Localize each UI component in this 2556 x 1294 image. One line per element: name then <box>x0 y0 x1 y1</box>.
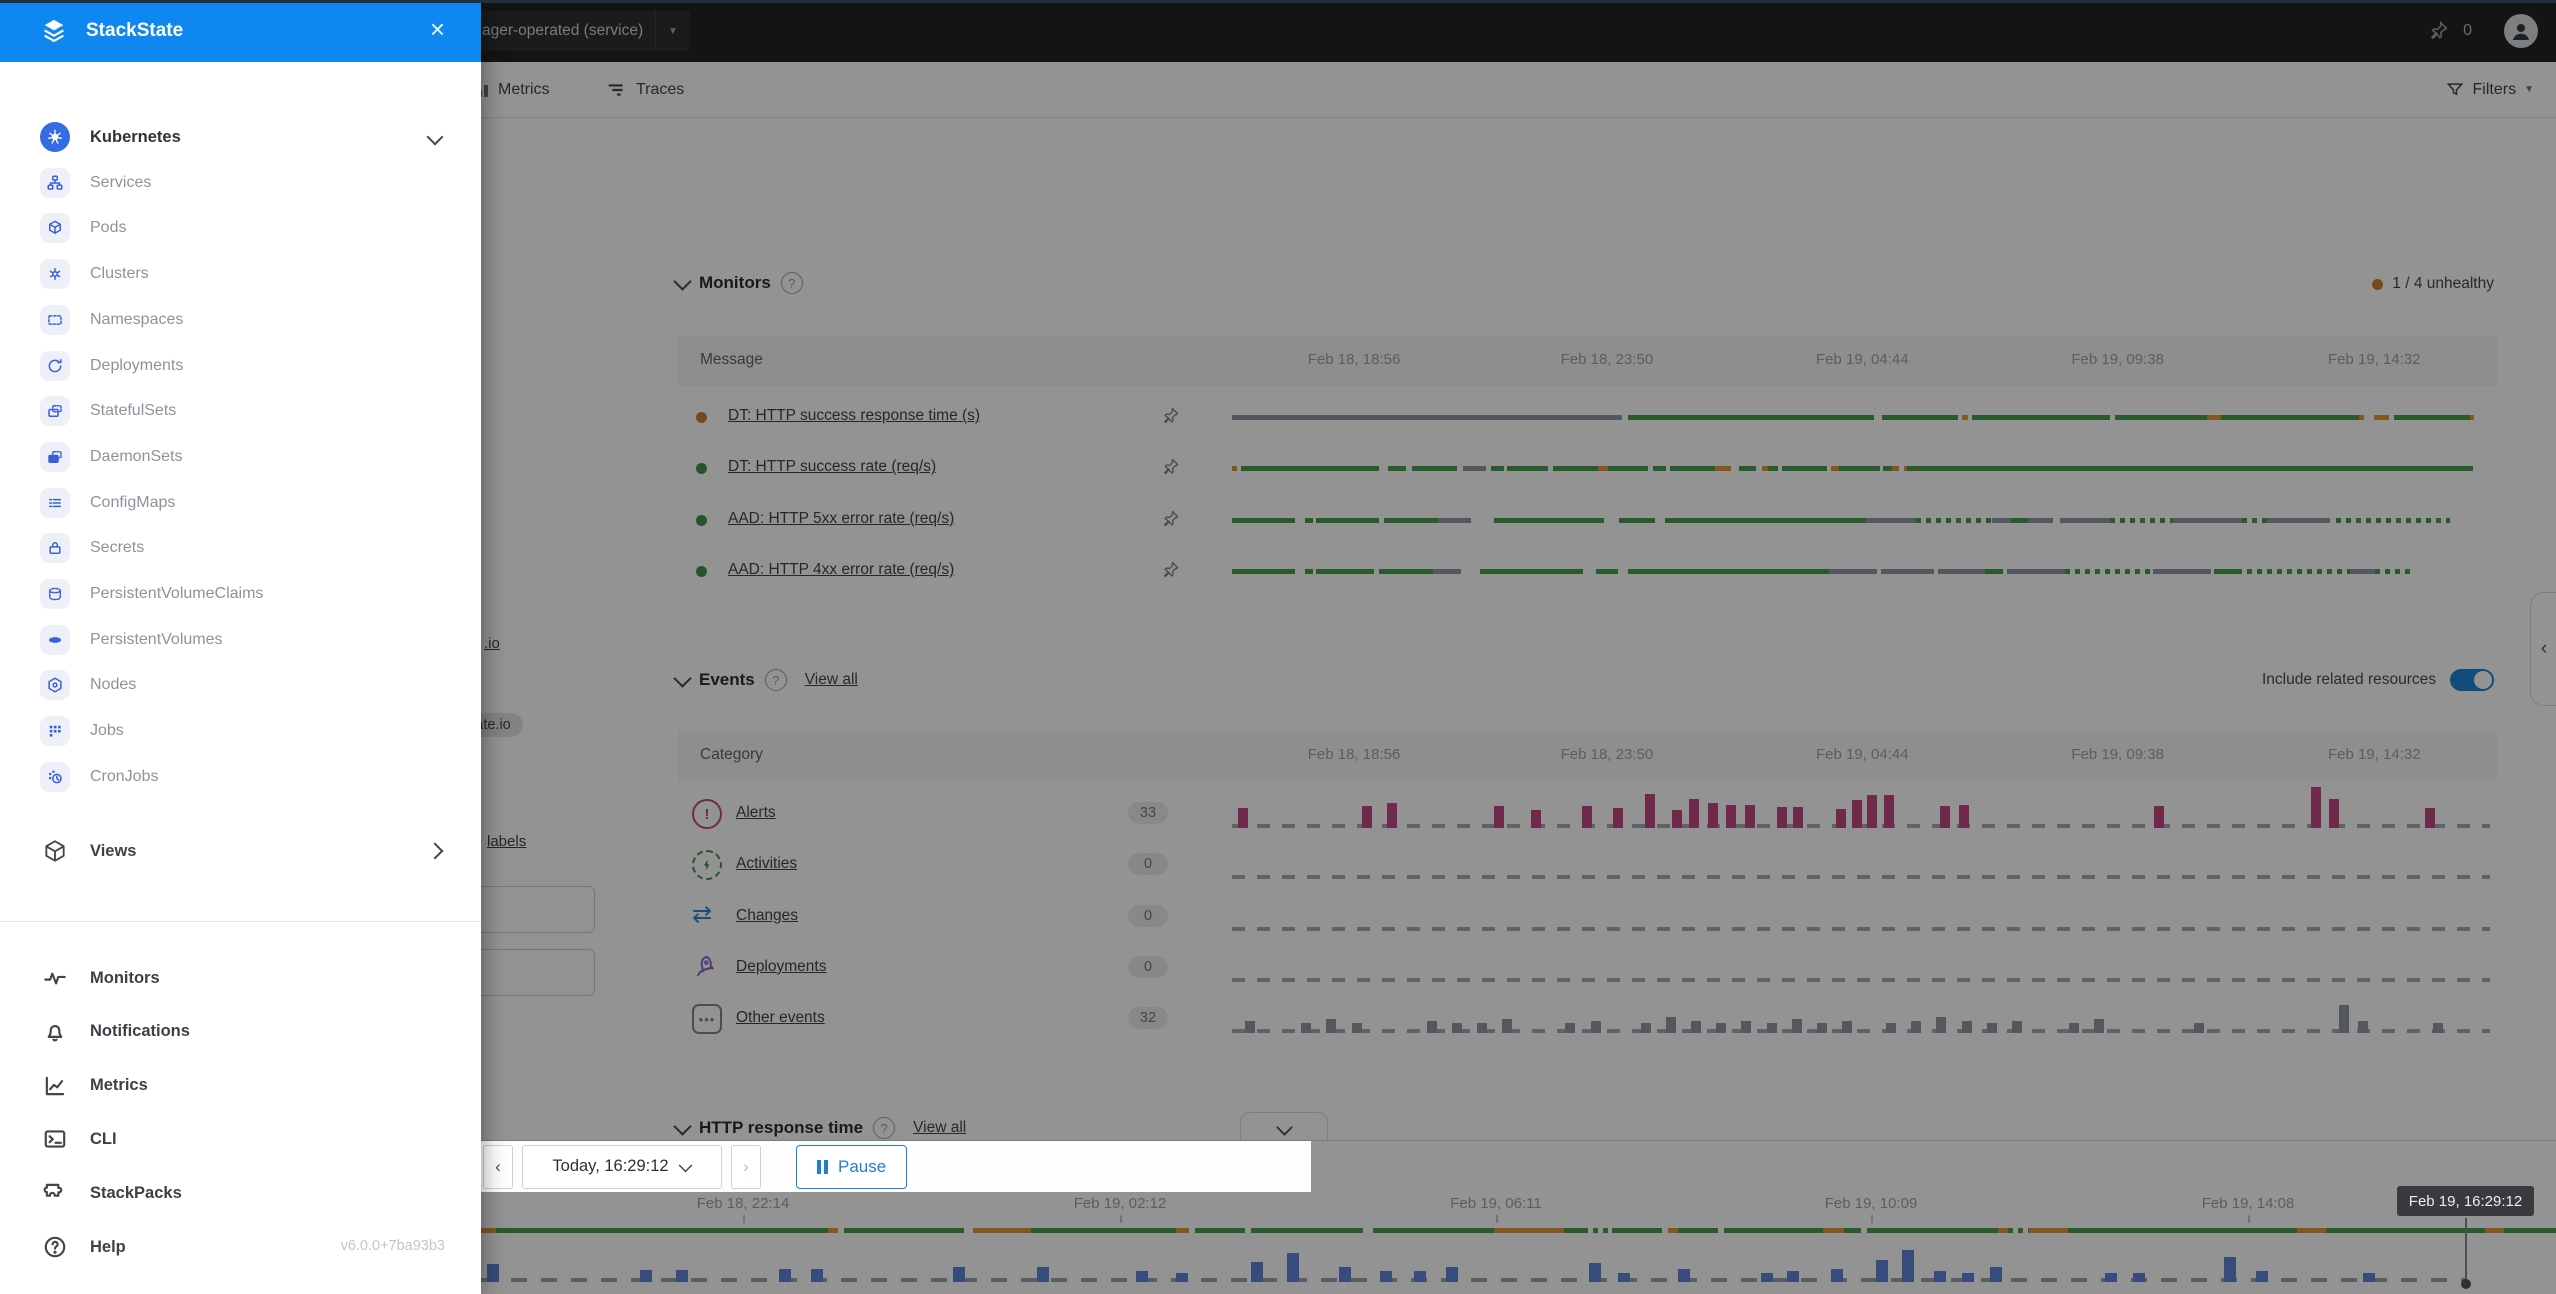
bell-icon <box>40 1017 70 1047</box>
sidebar-item-services[interactable]: Services <box>0 160 481 206</box>
pulse-icon <box>40 963 70 993</box>
cronjobs-icon <box>40 762 70 792</box>
jobs-icon <box>40 716 70 746</box>
sidebar-item-jobs[interactable]: Jobs <box>0 708 481 754</box>
statefulsets-icon <box>40 396 70 426</box>
timeline-time-selector[interactable]: Today, 16:29:12 <box>522 1145 722 1189</box>
timeline-next-button[interactable]: › <box>731 1145 761 1189</box>
sidebar-item-cli[interactable]: CLI <box>0 1116 481 1162</box>
chevron-right-icon <box>427 843 444 860</box>
brand-title: StackState <box>86 20 183 42</box>
puzzle-icon <box>40 1178 70 1208</box>
nodes-icon <box>40 670 70 700</box>
daemonsets-icon <box>40 442 70 472</box>
help-icon <box>40 1232 70 1262</box>
sidebar-item-views[interactable]: Views <box>0 828 481 874</box>
window-top-strip <box>0 0 2556 3</box>
pods-icon <box>40 213 70 243</box>
sidebar-item-daemonsets[interactable]: DaemonSets <box>0 434 481 480</box>
sidebar-item-monitors[interactable]: Monitors <box>0 955 481 1001</box>
sidebar-item-metrics[interactable]: Metrics <box>0 1063 481 1109</box>
sidebar-item-deployments[interactable]: Deployments <box>0 343 481 389</box>
clusters-icon <box>40 259 70 289</box>
sidebar-item-notifications[interactable]: Notifications <box>0 1009 481 1055</box>
drawer-close-button[interactable]: × <box>430 14 445 45</box>
services-icon <box>40 168 70 198</box>
timeline-current-time: Today, 16:29:12 <box>552 1157 668 1176</box>
sidebar-item-configmaps[interactable]: ConfigMaps <box>0 480 481 526</box>
cube-icon <box>40 836 70 866</box>
sidebar-item-pods[interactable]: Pods <box>0 205 481 251</box>
sidebar-item-stackpacks[interactable]: StackPacks <box>0 1170 481 1216</box>
cli-icon <box>40 1124 70 1154</box>
drawer-divider <box>0 921 481 922</box>
timeline-cursor-tooltip: Feb 19, 16:29:12 <box>2397 1186 2534 1216</box>
secrets-icon <box>40 533 70 563</box>
main-menu-drawer: StackState × Kubernetes Services Pods Cl… <box>0 0 481 1294</box>
deployments-icon <box>40 351 70 381</box>
version-label: v6.0.0+7ba93b3 <box>341 1238 445 1254</box>
stackstate-logo-icon <box>40 17 68 45</box>
configmaps-icon <box>40 488 70 518</box>
pause-icon <box>817 1160 828 1174</box>
pv-icon <box>40 625 70 655</box>
drawer-header: StackState × <box>0 0 481 62</box>
kubernetes-icon <box>40 122 70 152</box>
sidebar-item-kubernetes[interactable]: Kubernetes <box>0 114 481 160</box>
sidebar-item-namespaces[interactable]: Namespaces <box>0 297 481 343</box>
chevron-down-icon <box>427 129 444 146</box>
timeline-cursor[interactable] <box>2465 1218 2467 1283</box>
timeline-cursor-dot[interactable] <box>2461 1279 2471 1289</box>
stackstate-app: ager-operated (service) ▼ 0 Metrics <box>0 0 2556 1294</box>
sidebar-item-nodes[interactable]: Nodes <box>0 662 481 708</box>
pvc-icon <box>40 579 70 609</box>
sidebar-item-persistentvolumes[interactable]: PersistentVolumes <box>0 617 481 663</box>
sidebar-item-statefulsets[interactable]: StatefulSets <box>0 388 481 434</box>
pause-button[interactable]: Pause <box>796 1145 907 1189</box>
timeline-prev-button[interactable]: ‹ <box>483 1145 513 1189</box>
sidebar-item-cronjobs[interactable]: CronJobs <box>0 754 481 800</box>
sidebar-item-clusters[interactable]: Clusters <box>0 251 481 297</box>
timeline-controls: ‹ Today, 16:29:12 › Pause <box>481 1141 1311 1192</box>
namespaces-icon <box>40 305 70 335</box>
sidebar-item-persistentvolumeclaims[interactable]: PersistentVolumeClaims <box>0 571 481 617</box>
sidebar-item-secrets[interactable]: Secrets <box>0 525 481 571</box>
chart-icon <box>40 1071 70 1101</box>
